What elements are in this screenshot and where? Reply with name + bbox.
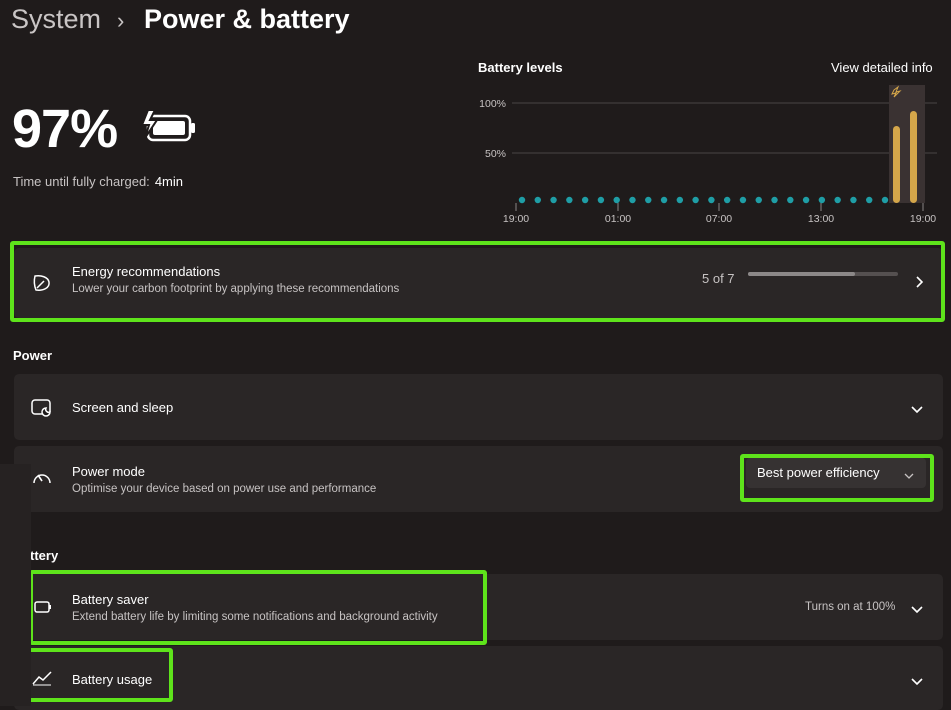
highlight-energy <box>10 241 945 322</box>
empty-point-dot <box>613 196 620 204</box>
empty-point-dot <box>866 196 873 204</box>
charge-time-row: Time until fully charged: 4min <box>13 174 183 189</box>
highlight-battery-saver <box>29 570 487 645</box>
x-tick-label: 13:00 <box>808 213 834 225</box>
empty-point-dot <box>645 196 652 204</box>
empty-point-dot <box>739 196 747 204</box>
highlight-battery-usage <box>27 648 173 702</box>
battery-bar <box>910 111 917 203</box>
battery-percent: 97% <box>12 99 118 159</box>
highlight-power-mode-dropdown <box>740 454 934 502</box>
view-detailed-info-link[interactable]: View detailed info <box>831 60 933 75</box>
empty-point-dot <box>818 196 826 204</box>
charge-time-label: Time until fully charged: <box>13 174 150 189</box>
page-title: Power & battery <box>144 4 350 34</box>
battery-bar <box>893 126 900 203</box>
empty-point-dot <box>550 196 557 204</box>
power-mode-subtitle: Optimise your device based on power use … <box>72 483 377 495</box>
empty-point-dot <box>518 196 526 204</box>
empty-point-dot <box>660 196 668 204</box>
empty-point-dot <box>692 196 699 204</box>
x-tick-label: 07:00 <box>706 213 732 225</box>
empty-point-dot <box>723 196 731 204</box>
y-tick-label: 50% <box>485 148 506 160</box>
chevron-down-icon[interactable] <box>910 402 924 420</box>
x-tick-label: 19:00 <box>910 213 936 225</box>
empty-point-dot <box>787 196 794 204</box>
empty-point-dot <box>802 196 810 204</box>
chevron-down-icon[interactable] <box>910 674 924 692</box>
y-tick-label: 100% <box>479 98 506 110</box>
empty-point-dot <box>566 196 573 204</box>
empty-point-dot <box>708 196 715 204</box>
battery-section-label: ttery <box>30 548 59 563</box>
empty-point-dot <box>676 196 684 204</box>
empty-point-dot <box>581 196 589 204</box>
empty-point-dot <box>629 196 636 204</box>
empty-point-dot <box>534 196 541 204</box>
empty-point-dot <box>834 196 841 204</box>
chart-title: Battery levels <box>478 60 563 75</box>
charge-time-value: 4min <box>154 174 183 189</box>
x-tick-label: 19:00 <box>503 213 529 225</box>
background-window-strip <box>0 464 31 706</box>
empty-point-dot <box>597 196 605 204</box>
gauge-icon <box>31 468 53 495</box>
empty-point-dot <box>755 196 762 204</box>
breadcrumb-system[interactable]: System <box>11 4 101 35</box>
screen-sleep-card[interactable]: Screen and sleep <box>14 374 943 440</box>
battery-charging-icon <box>140 108 198 149</box>
empty-point-dot <box>881 196 889 204</box>
breadcrumb-separator: › <box>117 8 125 33</box>
screen-sleep-icon <box>31 398 53 423</box>
power-mode-title: Power mode <box>72 464 145 479</box>
x-tick-label: 01:00 <box>605 213 631 225</box>
screen-sleep-title: Screen and sleep <box>72 400 174 415</box>
battery-saver-status: Turns on at 100% <box>805 601 896 613</box>
battery-levels-chart: 100% 50% 19:00 01:00 07:00 13:00 19:00 <box>479 85 937 225</box>
empty-point-dot <box>850 196 857 204</box>
empty-point-dot <box>771 196 778 204</box>
chevron-down-icon[interactable] <box>910 602 924 620</box>
power-section-label: Power <box>13 348 53 363</box>
